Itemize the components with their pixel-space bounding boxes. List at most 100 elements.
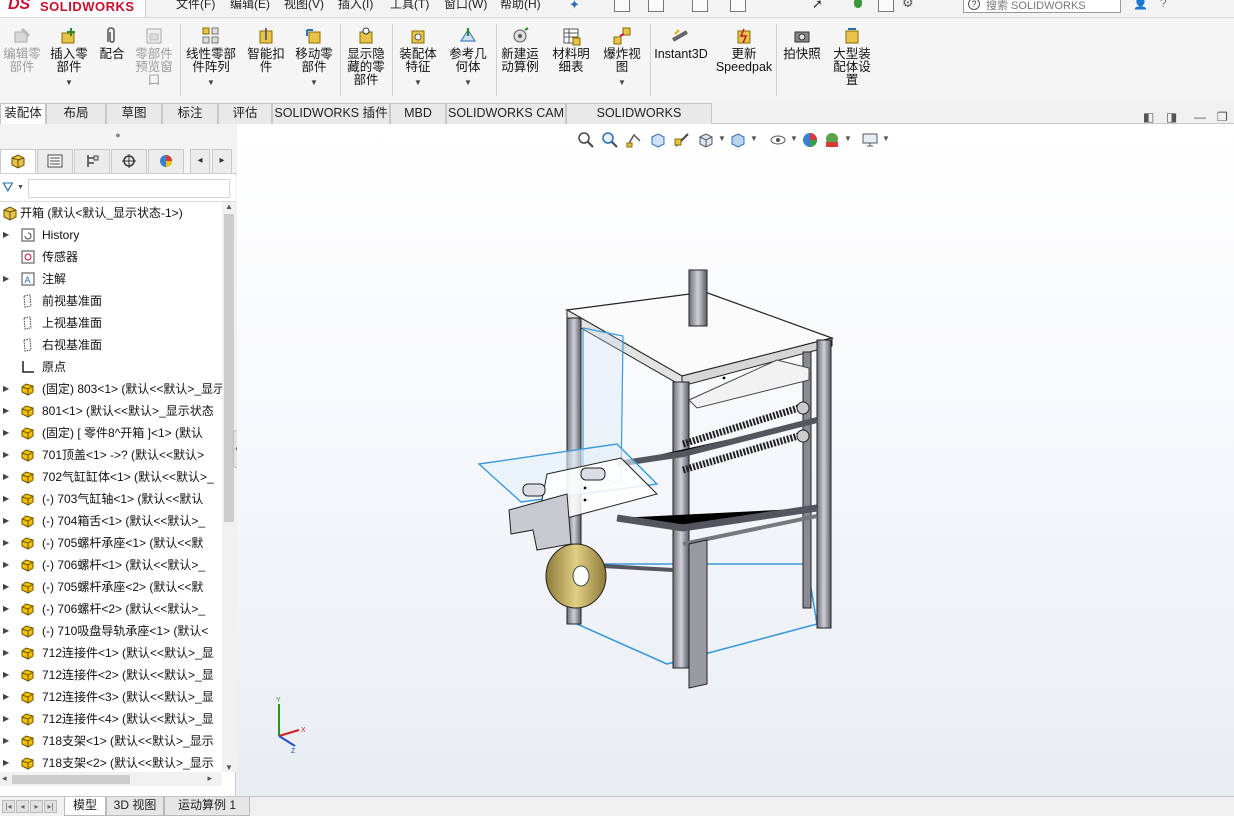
tree-item[interactable]: ▶ (固定) 803<1> (默认<<默认>_显示状态 [0,378,222,400]
bill-of-materials-button[interactable]: 材料明细表 [548,26,594,74]
tree-item[interactable]: ▶ 712连接件<4> (默认<<默认>_显 [0,708,222,730]
panel-right-icon[interactable]: ◨ [1166,110,1177,124]
expand-arrow-icon[interactable]: ▶ [3,664,9,686]
dropdown-arrow-icon[interactable]: ▼ [17,184,24,191]
tab-motion-study-1[interactable]: 运动算例 1 [164,797,250,816]
edit-component-button[interactable]: 编辑零部件 [0,26,44,74]
tree-item[interactable]: 前视基准面 [0,290,222,312]
expand-arrow-icon[interactable]: ▶ [3,488,9,510]
tree-item[interactable]: ▶ 701顶盖<1> ->? (默认<<默认> [0,444,222,466]
dropdown-arrow-icon[interactable]: ▼ [394,76,442,89]
reference-geometry-button[interactable]: 参考几何体 ▼ [444,26,492,89]
scroll-thumb[interactable] [12,775,130,784]
dropdown-arrow-icon[interactable]: ▼ [46,76,92,89]
help-icon[interactable]: ? [1160,0,1167,10]
tree-item[interactable]: ▶ 801<1> (默认<<默认>_显示状态 [0,400,222,422]
gripper-bracket[interactable] [508,493,572,551]
menu-edit[interactable]: 编辑(E) [230,0,270,12]
tab-layout[interactable]: 布局 [46,103,106,124]
graphics-area[interactable]: ▼ ▼ ▼ ▼ ▼ Y X Z [237,124,1234,796]
tree-item[interactable]: ▶ (-) 704箱舌<1> (默认<<默认>_ [0,510,222,532]
expand-arrow-icon[interactable]: ▶ [3,532,9,554]
pin-icon[interactable]: ✦ [569,0,580,13]
menu-view[interactable]: 视图(V) [284,0,324,12]
mate-button[interactable]: 配合 [96,26,128,61]
expand-arrow-icon[interactable]: ▶ [3,554,9,576]
last-tab-icon[interactable]: ▸| [44,800,57,813]
menu-window[interactable]: 窗口(W) [444,0,487,12]
feature-manager-tab[interactable] [0,149,36,173]
traffic-light-icon[interactable] [854,0,862,8]
tree-vertical-scrollbar[interactable]: ▲ ▼ [222,202,236,772]
new-document-icon[interactable] [614,0,630,12]
menu-help[interactable]: 帮助(H) [500,0,541,12]
show-hidden-components-button[interactable]: 显示隐藏的零部件 [342,26,390,87]
property-manager-tab[interactable] [37,149,73,173]
dimxpert-manager-tab[interactable] [111,149,147,173]
insert-component-button[interactable]: 插入零部件 ▼ [46,26,92,89]
select-cursor-icon[interactable]: ➚ [812,0,823,12]
menu-insert[interactable]: 插入(I) [338,0,373,12]
tree-item[interactable]: 传感器 [0,246,222,268]
search-input[interactable]: ? 搜索 SOLIDWORKS [963,0,1121,13]
tree-item[interactable]: ▶ (-) 705螺杆承座<2> (默认<<默 [0,576,222,598]
tab-assembly[interactable]: 装配体 [0,103,46,125]
update-speedpak-button[interactable]: 更新Speedpak [714,26,774,74]
smart-fasteners-button[interactable]: 智能扣件 [244,26,288,74]
scroll-down-icon[interactable]: ▼ [225,763,233,772]
expand-arrow-icon[interactable]: ▶ [3,620,9,642]
tab-solidworks-inspection[interactable]: SOLIDWORKS Inspection [566,103,712,139]
tree-item[interactable]: 右视基准面 [0,334,222,356]
expand-arrow-icon[interactable]: ▶ [3,752,9,772]
tree-item[interactable]: ▶ 718支架<1> (默认<<默认>_显示 [0,730,222,752]
configuration-manager-tab[interactable] [74,149,110,173]
tab-markup[interactable]: 标注 [162,103,218,124]
expand-arrow-icon[interactable]: ▶ [3,730,9,752]
tree-item[interactable]: ▶ 718支架<2> (默认<<默认>_显示 [0,752,222,772]
panel-grip-handle[interactable]: ● [0,124,236,146]
first-tab-icon[interactable]: |◂ [2,800,15,813]
prev-tab-icon[interactable]: ◂ [16,800,29,813]
expand-arrow-icon[interactable]: ▶ [3,576,9,598]
expand-arrow-icon[interactable]: ▶ [3,598,9,620]
expand-arrow-icon[interactable]: ▶ [3,224,9,246]
tree-item[interactable]: 上视基准面 [0,312,222,334]
tab-mbd[interactable]: MBD [390,103,446,124]
dropdown-arrow-icon[interactable]: ▼ [182,76,240,89]
filter-funnel-icon[interactable]: ⛛ [2,179,14,196]
dropdown-arrow-icon[interactable]: ▼ [292,76,336,89]
save-icon[interactable] [730,0,746,12]
tree-item[interactable]: ▶ 712连接件<1> (默认<<默认>_显 [0,642,222,664]
tab-3d-views[interactable]: 3D 视图 [106,797,164,816]
expand-arrow-icon[interactable]: ▶ [3,510,9,532]
tree-item[interactable]: ▶ A 注解 [0,268,222,290]
assembly-features-button[interactable]: 装配体特征 ▼ [394,26,442,89]
file-properties-icon[interactable] [878,0,894,12]
tab-model[interactable]: 模型 [64,797,106,816]
expand-arrow-icon[interactable]: ▶ [3,378,9,400]
expand-arrow-icon[interactable]: ▶ [3,642,9,664]
tree-item[interactable]: ▶ (固定) [ 零件8^开箱 ]<1> (默认 [0,422,222,444]
snapshot-button[interactable]: 拍快照 [778,26,826,61]
user-icon[interactable]: 👤 [1133,0,1148,10]
restore-icon[interactable]: ❐ [1217,110,1228,124]
tree-item[interactable]: 原点 [0,356,222,378]
cylinder-701[interactable] [688,269,708,327]
tab-scroll-left-icon[interactable]: ◂ [190,149,210,173]
next-tab-icon[interactable]: ▸ [30,800,43,813]
tree-filter-input[interactable] [28,179,230,198]
expand-arrow-icon[interactable]: ▶ [3,444,9,466]
scroll-thumb[interactable] [224,214,234,522]
scroll-up-icon[interactable]: ▲ [225,202,233,211]
linear-pattern-button[interactable]: 线性零部件阵列 ▼ [182,26,240,89]
panel-left-icon[interactable]: ◧ [1143,110,1154,124]
component-preview-button[interactable]: 零部件预览窗口 [132,26,176,87]
exploded-view-button[interactable]: 爆炸视图 ▼ [598,26,646,89]
tab-solidworks-addins[interactable]: SOLIDWORKS 插件 [272,103,390,124]
tab-sketch[interactable]: 草图 [106,103,162,124]
tree-root-assembly[interactable]: 开箱 (默认<默认_显示状态-1>) [0,202,222,224]
expand-arrow-icon[interactable]: ▶ [3,686,9,708]
tree-item[interactable]: ▶ 712连接件<2> (默认<<默认>_显 [0,664,222,686]
solidworks-logo[interactable]: DS SOLIDWORKS [0,0,146,17]
menu-tools[interactable]: 工具(T) [390,0,429,12]
